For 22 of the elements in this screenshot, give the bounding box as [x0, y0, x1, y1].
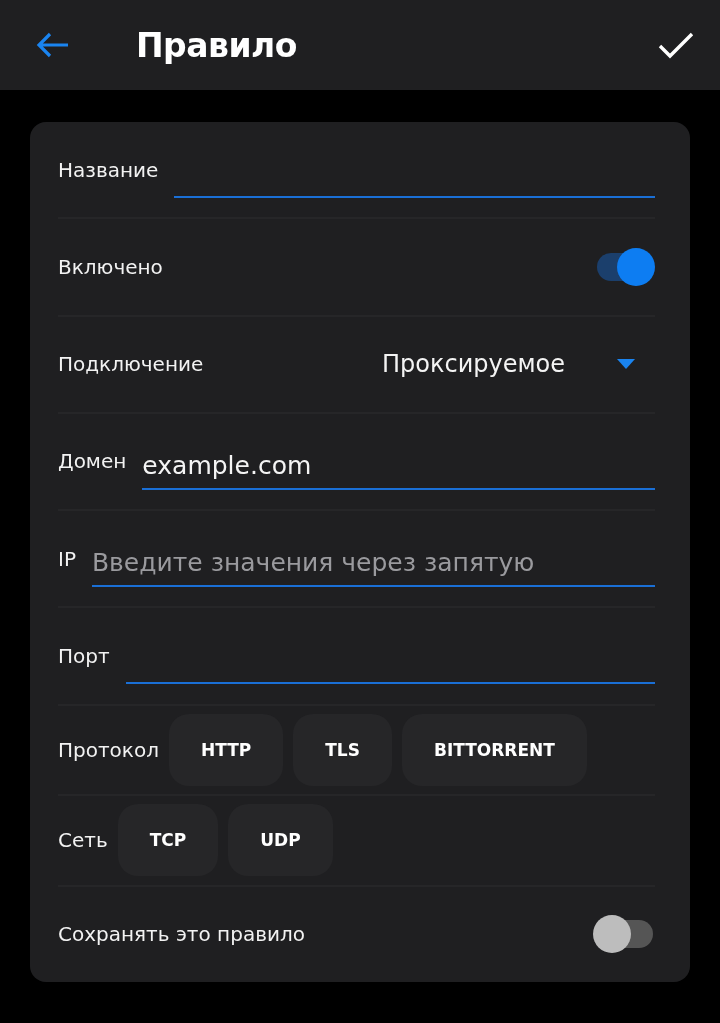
input-field[interactable]: example.com — [142, 438, 655, 490]
caret-icon — [617, 359, 635, 370]
field-label: Порт — [58, 643, 110, 668]
checkmark-icon[interactable] — [658, 31, 694, 59]
page-title: Правило — [136, 25, 298, 65]
chip[interactable]: TLS — [293, 713, 392, 786]
field-label: Сохранять это правило — [58, 922, 305, 947]
chip[interactable]: BITTORRENT — [401, 713, 587, 786]
back-icon[interactable] — [36, 32, 70, 58]
field-label: Домен — [58, 449, 127, 474]
field-label: Подключение — [58, 352, 204, 377]
field-label: Протокол — [58, 737, 159, 762]
chip[interactable]: TCP — [117, 804, 219, 877]
chip[interactable]: UDP — [228, 804, 333, 877]
toggle-switch[interactable] — [593, 915, 655, 954]
field-label: Включено — [58, 254, 163, 279]
field-label: Название — [58, 157, 159, 182]
chip[interactable]: HTTP — [168, 713, 284, 786]
field-label: Сеть — [58, 828, 108, 853]
input-field[interactable]: Введите значения через запятую — [91, 536, 655, 588]
field-label: IP — [58, 546, 76, 571]
connection-dropdown[interactable]: Проксируемое — [382, 350, 565, 379]
